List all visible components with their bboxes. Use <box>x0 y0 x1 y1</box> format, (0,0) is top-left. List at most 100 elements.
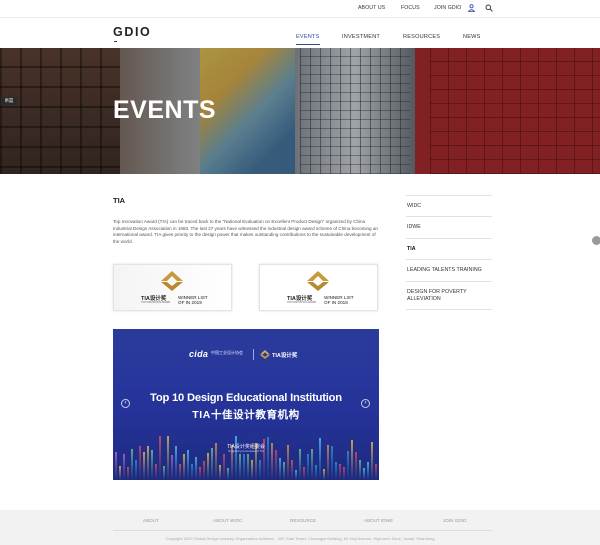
footer-link-join-gdio[interactable]: JOIN GDIO <box>443 518 466 523</box>
side-item-tia[interactable]: TIA <box>406 238 492 259</box>
side-menu: WIDC IDWE TIA LEADING TALENTS TRAINING D… <box>406 195 492 310</box>
user-icon[interactable] <box>468 4 475 12</box>
decorative-bar <box>243 454 245 480</box>
main-header: GDIO EVENTS INVESTMENT RESOURCES NEWS <box>0 18 600 48</box>
side-item-poverty-alleviation[interactable]: DESIGN FOR POVERTY ALLEVIATION <box>406 281 492 309</box>
side-item-leading-talents[interactable]: LEADING TALENTS TRAINING <box>406 259 492 281</box>
decorative-bar <box>339 464 341 480</box>
decorative-bar <box>335 462 337 480</box>
footer: ABOUT ABOUT WIDC RESOURCE ABOUT IDWE JOI… <box>0 510 600 545</box>
award-winner-text: WINNER LIST OF IN 2019 <box>178 295 208 305</box>
gdio-logo[interactable]: GDIO <box>113 25 151 39</box>
page-title: TIA <box>113 196 126 205</box>
decorative-bar <box>303 467 305 480</box>
carousel-caption-sub: Organizing Committee of TIA <box>227 449 264 453</box>
logo-separator <box>253 349 254 360</box>
decorative-bar <box>363 468 365 480</box>
tia-logo-icon <box>161 271 183 291</box>
tia-carousel-logo: TIA设计奖 <box>260 349 304 361</box>
tia-logo-icon <box>307 271 329 291</box>
hero-title: EVENTS <box>113 96 217 124</box>
decorative-bar <box>367 462 369 480</box>
decorative-bar <box>247 454 249 480</box>
search-icon[interactable] <box>485 4 493 12</box>
logo-underline <box>114 41 117 42</box>
decorative-bar <box>307 454 309 480</box>
decorative-bar <box>171 455 173 480</box>
award-brand-sub: TOP INNOVATION AWARD <box>287 301 317 304</box>
decorative-bar <box>199 467 201 480</box>
decorative-bar <box>143 452 145 480</box>
footer-link-about[interactable]: ABOUT <box>143 518 159 523</box>
nav-news[interactable]: NEWS <box>463 34 481 40</box>
award-winner-text: WINNER LIST OF IN 2018 <box>324 295 354 305</box>
award-card-2019[interactable]: TIA设计奖 TOP INNOVATION AWARD WINNER LIST … <box>113 264 232 311</box>
decorative-bar <box>207 453 209 480</box>
decorative-bar <box>203 461 205 480</box>
carousel-headline-cn: TIA十佳设计教育机构 <box>192 409 300 421</box>
cida-cn-name: 中国工业设计协会 <box>211 350 243 355</box>
decorative-bar <box>187 450 189 480</box>
cida-logo: cida <box>189 349 209 359</box>
carousel-prev-button[interactable]: ‹ <box>121 399 130 408</box>
decorative-bar <box>163 466 165 480</box>
decorative-bar <box>279 458 281 480</box>
footer-divider <box>113 530 492 531</box>
award-line2: OF IN 2018 <box>324 300 348 306</box>
award-brand-sub: TOP INNOVATION AWARD <box>141 301 171 304</box>
carousel-next-button[interactable]: › <box>361 399 370 408</box>
nav-events[interactable]: EVENTS <box>296 34 320 45</box>
side-item-widc[interactable]: WIDC <box>406 195 492 216</box>
join-gdio-link[interactable]: JOIN GDIO <box>434 5 461 11</box>
decorative-bar <box>315 465 317 480</box>
decorative-bar <box>323 469 325 480</box>
hero-banner: 吊篮 EVENTS <box>0 48 600 174</box>
decorative-bar <box>135 460 137 480</box>
carousel-headline-en: Top 10 Design Educational Institution <box>150 392 342 404</box>
decorative-bar <box>195 457 197 480</box>
decorative-bar <box>191 464 193 480</box>
decorative-bar <box>347 451 349 480</box>
decorative-bar <box>343 467 345 480</box>
decorative-bar <box>227 468 229 480</box>
tia-logo-text: TIA设计奖 <box>272 353 298 359</box>
decorative-bar <box>123 454 125 480</box>
side-menu-divider <box>406 309 492 310</box>
decorative-bar <box>275 450 277 480</box>
copyright-text: Copyright 2020 Global Design Industry Or… <box>165 536 435 541</box>
footer-link-about-widc[interactable]: ABOUT WIDC <box>213 518 242 523</box>
utility-bar: ABOUT US FOCUS JOIN GDIO <box>0 0 600 18</box>
nav-resources[interactable]: RESOURCES <box>403 34 440 40</box>
footer-link-resource[interactable]: RESOURCE <box>290 518 316 523</box>
decorative-bar <box>355 452 357 480</box>
decorative-bar <box>131 449 133 480</box>
decorative-bar <box>259 460 261 480</box>
decorative-bar <box>127 467 129 480</box>
decorative-bar <box>119 466 121 480</box>
nav-investment[interactable]: INVESTMENT <box>342 34 380 40</box>
decorative-bar <box>251 460 253 480</box>
decorative-bar <box>183 454 185 480</box>
tia-logo-icon <box>260 350 270 359</box>
decorative-bar <box>239 454 241 480</box>
intro-paragraph: Top Innovation Award (TIA) can be traced… <box>113 219 378 244</box>
about-us-link[interactable]: ABOUT US <box>358 5 385 11</box>
decorative-bar <box>179 464 181 480</box>
award-card-2018[interactable]: TIA设计奖 TOP INNOVATION AWARD WINNER LIST … <box>259 264 378 311</box>
decorative-bars <box>113 432 379 480</box>
decorative-bar <box>359 460 361 480</box>
hero-shade <box>0 48 600 174</box>
hero-tag: 吊篮 <box>1 97 17 105</box>
focus-link[interactable]: FOCUS <box>401 5 420 11</box>
events-carousel[interactable]: cida 中国工业设计协会 TIA设计奖 Top 10 Design Educa… <box>113 329 379 480</box>
decorative-bar <box>299 449 301 480</box>
footer-link-about-idwe[interactable]: ABOUT IDWE <box>364 518 393 523</box>
side-item-idwe[interactable]: IDWE <box>406 216 492 238</box>
decorative-bar <box>115 452 117 480</box>
decorative-bar <box>219 465 221 480</box>
floating-user-icon[interactable] <box>592 236 600 245</box>
decorative-bar <box>155 464 157 480</box>
award-line2: OF IN 2019 <box>178 300 202 306</box>
decorative-bar <box>151 450 153 480</box>
decorative-bar <box>311 449 313 480</box>
